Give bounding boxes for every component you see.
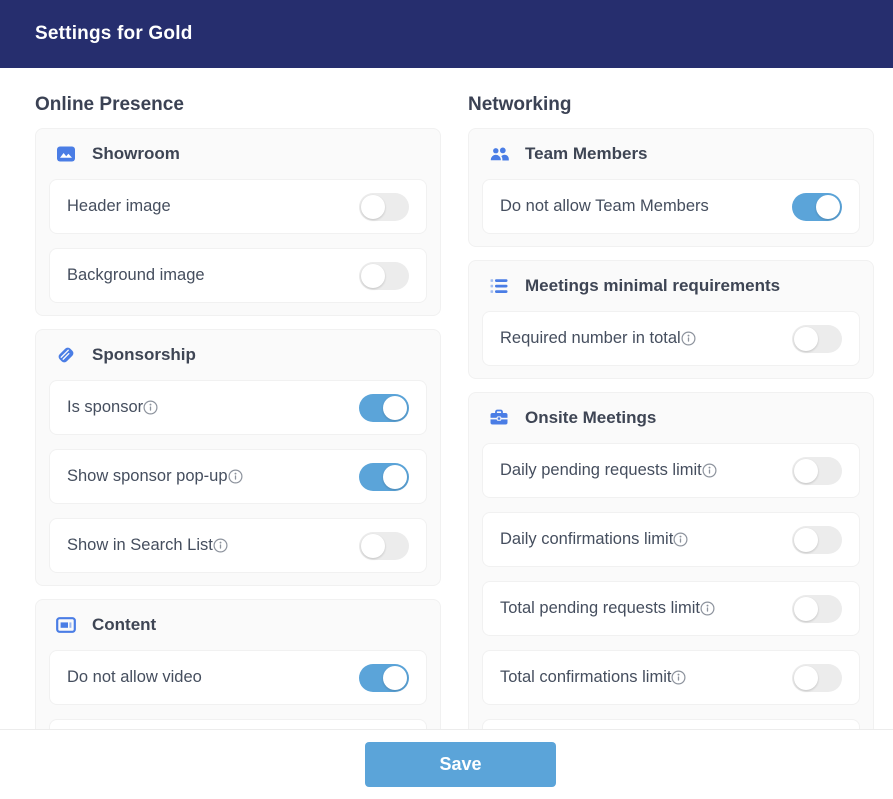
info-icon[interactable] xyxy=(681,331,696,346)
setting-row-daily-pending-requests-limit: Daily pending requests limit xyxy=(482,443,860,498)
section-header: Onsite Meetings xyxy=(482,405,860,430)
setting-label: Show sponsor pop-up xyxy=(67,467,228,486)
info-icon[interactable] xyxy=(228,469,243,484)
section-onsite-meetings: Onsite Meetings Daily pending requests li… xyxy=(468,392,874,729)
toggle-daily-confirmations-limit[interactable] xyxy=(792,526,842,554)
column-networking: Networking Team Members Do not allow Team … xyxy=(468,68,874,729)
section-sponsorship: Sponsorship Is sponsor Show sponsor pop-up… xyxy=(35,329,441,586)
setting-label: Daily pending requests limit xyxy=(500,461,702,480)
info-icon[interactable] xyxy=(671,670,686,685)
toggle-knob xyxy=(383,396,407,420)
page-title: Settings for Gold xyxy=(35,23,193,45)
column-heading: Networking xyxy=(468,92,874,118)
toggle-show-in-search-list[interactable] xyxy=(359,532,409,560)
section-meetings-minimal-requirements: Meetings minimal requirements Required nu… xyxy=(468,260,874,379)
toggle-knob xyxy=(361,534,385,558)
setting-row-show-in-search-list: Show in Search List xyxy=(49,518,427,573)
setting-row-do-not-allow-video: Do not allow video xyxy=(49,650,427,705)
info-icon[interactable] xyxy=(700,601,715,616)
layout-icon xyxy=(55,614,77,636)
info-icon[interactable] xyxy=(213,538,228,553)
setting-label: Show in Search List xyxy=(67,536,213,555)
section-title: Meetings minimal requirements xyxy=(525,276,780,296)
footer-bar: Save xyxy=(0,729,893,799)
section-title: Onsite Meetings xyxy=(525,408,656,428)
toggle-do-not-allow-video[interactable] xyxy=(359,664,409,692)
setting-row-do-not-allow-team-members: Do not allow Team Members xyxy=(482,179,860,234)
toggle-knob xyxy=(816,195,840,219)
image-icon xyxy=(55,143,77,165)
team-icon xyxy=(488,143,510,165)
toggle-background-image[interactable] xyxy=(359,262,409,290)
setting-row-partial xyxy=(49,719,427,729)
toggle-header-image[interactable] xyxy=(359,193,409,221)
setting-row-total-pending-requests-limit: Total pending requests limit xyxy=(482,581,860,636)
toggle-is-sponsor[interactable] xyxy=(359,394,409,422)
setting-row-daily-confirmations-limit: Daily confirmations limit xyxy=(482,512,860,567)
toggle-show-sponsor-pop-up[interactable] xyxy=(359,463,409,491)
setting-row-required-number-in-total: Required number in total xyxy=(482,311,860,366)
section-team-members: Team Members Do not allow Team Members xyxy=(468,128,874,247)
toggle-knob xyxy=(383,666,407,690)
setting-row-total-confirmations-limit: Total confirmations limit xyxy=(482,650,860,705)
save-button[interactable]: Save xyxy=(365,742,556,787)
setting-row-background-image: Background image xyxy=(49,248,427,303)
setting-label: Required number in total xyxy=(500,329,681,348)
section-header: Sponsorship xyxy=(49,342,427,367)
setting-label: Total confirmations limit xyxy=(500,668,671,687)
list-icon xyxy=(488,275,510,297)
info-icon[interactable] xyxy=(702,463,717,478)
setting-label: Is sponsor xyxy=(67,398,143,417)
section-header: Showroom xyxy=(49,141,427,166)
info-icon[interactable] xyxy=(673,532,688,547)
section-header: Meetings minimal requirements xyxy=(482,273,860,298)
section-title: Team Members xyxy=(525,144,648,164)
toggle-knob xyxy=(794,459,818,483)
info-icon[interactable] xyxy=(143,400,158,415)
section-header: Content xyxy=(49,612,427,637)
setting-label: Header image xyxy=(67,197,171,216)
toggle-knob xyxy=(794,597,818,621)
setting-label: Daily confirmations limit xyxy=(500,530,673,549)
toggle-knob xyxy=(794,327,818,351)
setting-label: Do not allow video xyxy=(67,668,202,687)
toggle-knob xyxy=(794,666,818,690)
toggle-knob xyxy=(794,528,818,552)
toggle-required-number-in-total[interactable] xyxy=(792,325,842,353)
settings-content: Online Presence Showroom Header image Backg… xyxy=(0,68,893,729)
setting-row-show-sponsor-pop-up: Show sponsor pop-up xyxy=(49,449,427,504)
column-online-presence: Online Presence Showroom Header image Backg… xyxy=(35,68,441,729)
setting-row-is-sponsor: Is sponsor xyxy=(49,380,427,435)
toggle-total-confirmations-limit[interactable] xyxy=(792,664,842,692)
handshake-icon xyxy=(55,344,77,366)
setting-label: Total pending requests limit xyxy=(500,599,700,618)
toggle-knob xyxy=(361,264,385,288)
section-title: Content xyxy=(92,615,156,635)
setting-row-partial xyxy=(482,719,860,729)
setting-label: Do not allow Team Members xyxy=(500,197,709,216)
setting-label: Background image xyxy=(67,266,205,285)
section-content: Content Do not allow video xyxy=(35,599,441,729)
section-title: Sponsorship xyxy=(92,345,196,365)
toggle-knob xyxy=(361,195,385,219)
section-header: Team Members xyxy=(482,141,860,166)
column-heading: Online Presence xyxy=(35,92,441,118)
section-showroom: Showroom Header image Background image xyxy=(35,128,441,316)
toggle-knob xyxy=(383,465,407,489)
setting-row-header-image: Header image xyxy=(49,179,427,234)
briefcase-icon xyxy=(488,407,510,429)
title-bar: Settings for Gold xyxy=(0,0,893,68)
section-title: Showroom xyxy=(92,144,180,164)
toggle-do-not-allow-team-members[interactable] xyxy=(792,193,842,221)
toggle-total-pending-requests-limit[interactable] xyxy=(792,595,842,623)
toggle-daily-pending-requests-limit[interactable] xyxy=(792,457,842,485)
